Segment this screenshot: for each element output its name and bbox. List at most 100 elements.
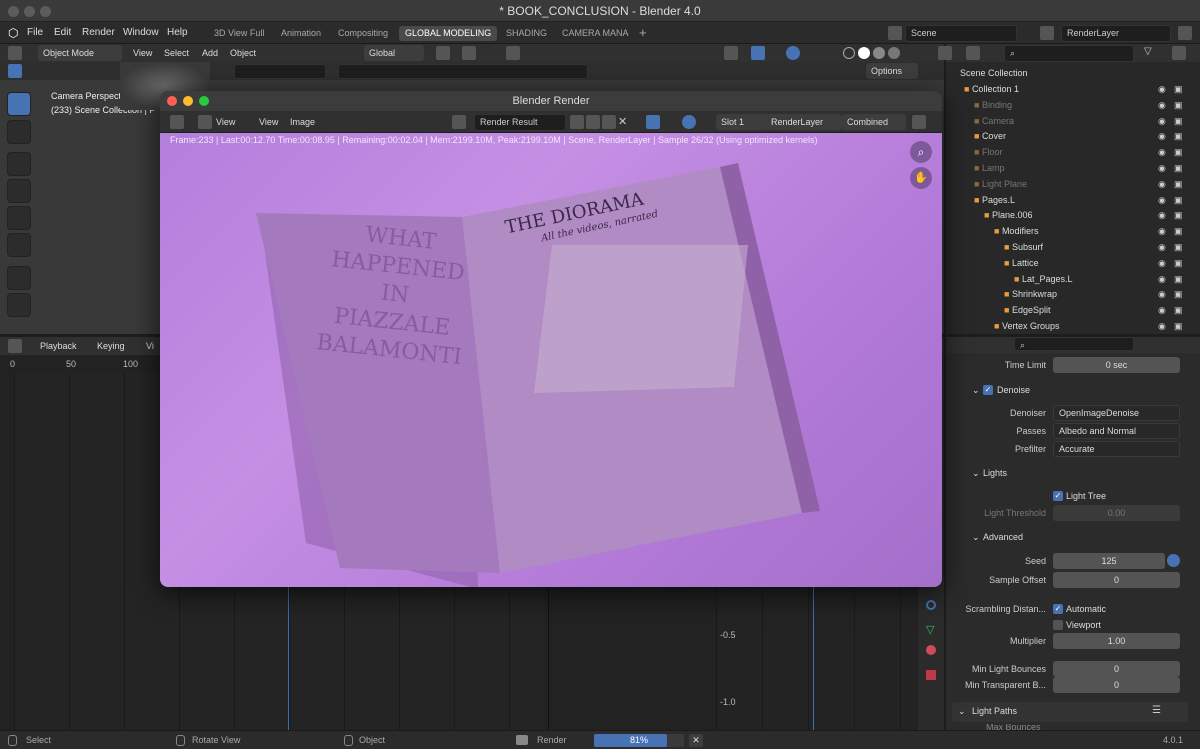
menu-file[interactable]: File [27,27,43,38]
editor-type-icon[interactable] [8,46,22,60]
render-camera-icon[interactable]: ▣ [1174,271,1183,287]
proportional-edit-icon[interactable] [506,46,520,60]
outliner-row[interactable]: ■ Floor ◉ ▣ [946,144,1200,160]
minimize-window-icon[interactable] [24,6,35,17]
scale-tool[interactable] [7,206,31,230]
add-workspace-icon[interactable]: + [639,25,647,40]
playback-menu[interactable]: Playback [40,341,77,351]
menu-object[interactable]: Object [230,48,256,58]
open-image-icon[interactable] [602,115,616,129]
min-light-bounces-field[interactable]: 0 [1053,661,1180,677]
outliner-editor-icon[interactable] [938,46,952,60]
visibility-eye-icon[interactable]: ◉ [1158,271,1166,287]
menu-help[interactable]: Help [167,27,188,38]
render-overlay-icon[interactable] [682,115,696,129]
new-collection-icon[interactable] [1172,46,1186,60]
fake-user-icon[interactable] [570,115,584,129]
annotate-tool[interactable] [7,266,31,290]
outliner-row[interactable]: ■ Collection 1 ◉ ▣ [946,81,1200,97]
timeline-view-menu[interactable]: Vi [146,341,154,351]
view-layer-icon[interactable] [1040,26,1054,40]
render-result-field[interactable]: Render Result [474,114,566,131]
cursor-tool[interactable] [7,120,31,144]
select-tool[interactable] [7,92,31,116]
menu-select[interactable]: Select [164,48,189,58]
texture-tab-icon[interactable] [926,670,936,680]
outliner-search[interactable]: ⌕ [1004,45,1134,62]
properties-panel[interactable]: Time Limit 0 sec ⌄ ✓ Denoise Denoiser Op… [946,353,1200,730]
visibility-eye-icon[interactable]: ◉ [1158,207,1166,223]
wireframe-shading-icon[interactable] [843,47,855,59]
slot-dropdown[interactable]: Slot 1 [716,114,768,130]
render-view-menu-2[interactable]: View [259,117,278,127]
outliner-row[interactable]: ■ Lamp ◉ ▣ [946,160,1200,176]
pivot-icon[interactable] [436,46,450,60]
render-camera-icon[interactable]: ▣ [1174,192,1183,208]
render-camera-icon[interactable]: ▣ [1174,81,1183,97]
menu-add[interactable]: Add [202,48,218,58]
outliner-row[interactable]: ■ Subsurf ◉ ▣ [946,239,1200,255]
denoise-checkbox[interactable]: ✓ [983,385,993,395]
outliner-row[interactable]: ■ Plane.006 ◉ ▣ [946,207,1200,223]
tab-camera-mana[interactable]: CAMERA MANA [556,26,635,41]
outliner-row[interactable]: ■ Binding ◉ ▣ [946,97,1200,113]
outliner-row[interactable]: ■ Camera ◉ ▣ [946,113,1200,129]
min-transparent-field[interactable]: 0 [1053,677,1180,693]
render-camera-icon[interactable]: ▣ [1174,176,1183,192]
view-layer-field[interactable]: RenderLayer [1061,25,1171,42]
cancel-render-icon[interactable]: ✕ [689,734,703,747]
display-mode-icon[interactable] [966,46,980,60]
keying-menu[interactable]: Keying [97,341,125,351]
visibility-eye-icon[interactable]: ◉ [1158,81,1166,97]
outliner-row[interactable]: ■ Shrinkwrap ◉ ▣ [946,286,1200,302]
render-minimize-icon[interactable] [183,96,193,106]
visibility-eye-icon[interactable]: ◉ [1158,302,1166,318]
physics-tab-icon[interactable] [926,600,936,610]
material-tab-icon[interactable] [926,645,936,655]
rotate-tool[interactable] [7,179,31,203]
render-camera-icon[interactable]: ▣ [1174,113,1183,129]
render-canvas[interactable]: Frame:233 | Last:00:12.70 Time:00:08.95 … [160,133,942,587]
pass-dropdown[interactable]: Combined [842,114,906,130]
visibility-eye-icon[interactable]: ◉ [1158,286,1166,302]
layer-dropdown[interactable]: RenderLayer [766,114,842,130]
tab-compositing[interactable]: Compositing [332,26,394,41]
outliner-row[interactable]: ■ Lattice ◉ ▣ [946,255,1200,271]
visibility-eye-icon[interactable]: ◉ [1158,318,1166,334]
presets-list-icon[interactable]: ☰ [1152,705,1161,716]
visibility-eye-icon[interactable]: ◉ [1158,223,1166,239]
render-camera-icon[interactable]: ▣ [1174,302,1183,318]
image-editor-type-icon[interactable] [170,115,184,129]
snap-icon[interactable] [462,46,476,60]
overlay-icon[interactable] [786,46,800,60]
visibility-eye-icon[interactable]: ◉ [1158,160,1166,176]
light-paths-panel[interactable]: ⌄ Light Paths ☰ [952,702,1188,722]
close-window-icon[interactable] [8,6,19,17]
viewport-search[interactable] [338,64,588,79]
display-channels-icon[interactable] [912,115,926,129]
render-window[interactable]: Blender Render View View Image Render Re… [160,91,942,587]
render-camera-icon[interactable]: ▣ [1174,286,1183,302]
menu-view[interactable]: View [133,48,152,58]
advanced-section[interactable]: Advanced [983,532,1023,542]
material-preview-bar[interactable] [234,64,326,79]
advanced-chevron-icon[interactable]: ⌄ [972,532,980,543]
mode-dropdown[interactable]: Object Mode [38,45,122,61]
lights-chevron-icon[interactable]: ⌄ [972,468,980,479]
orientation-dropdown[interactable]: Global [364,45,424,61]
scene-icon[interactable] [888,26,902,40]
outliner-row[interactable]: ■ Cover ◉ ▣ [946,128,1200,144]
new-view-layer-icon[interactable] [1178,26,1192,40]
prefilter-dropdown[interactable]: Accurate [1053,441,1180,457]
tab-animation[interactable]: Animation [275,26,327,41]
sample-offset-field[interactable]: 0 [1053,572,1180,588]
visibility-eye-icon[interactable]: ◉ [1158,97,1166,113]
render-zoom-icon[interactable] [199,96,209,106]
solid-shading-icon[interactable] [858,47,870,59]
image-view-mode-icon[interactable] [198,115,212,129]
render-gizmo-icon[interactable] [646,115,660,129]
tab-3d-view-full[interactable]: 3D View Full [208,26,270,41]
transform-tool[interactable] [7,233,31,257]
blender-logo-icon[interactable]: ⬡ [8,26,18,40]
gizmo-icon[interactable] [751,46,765,60]
